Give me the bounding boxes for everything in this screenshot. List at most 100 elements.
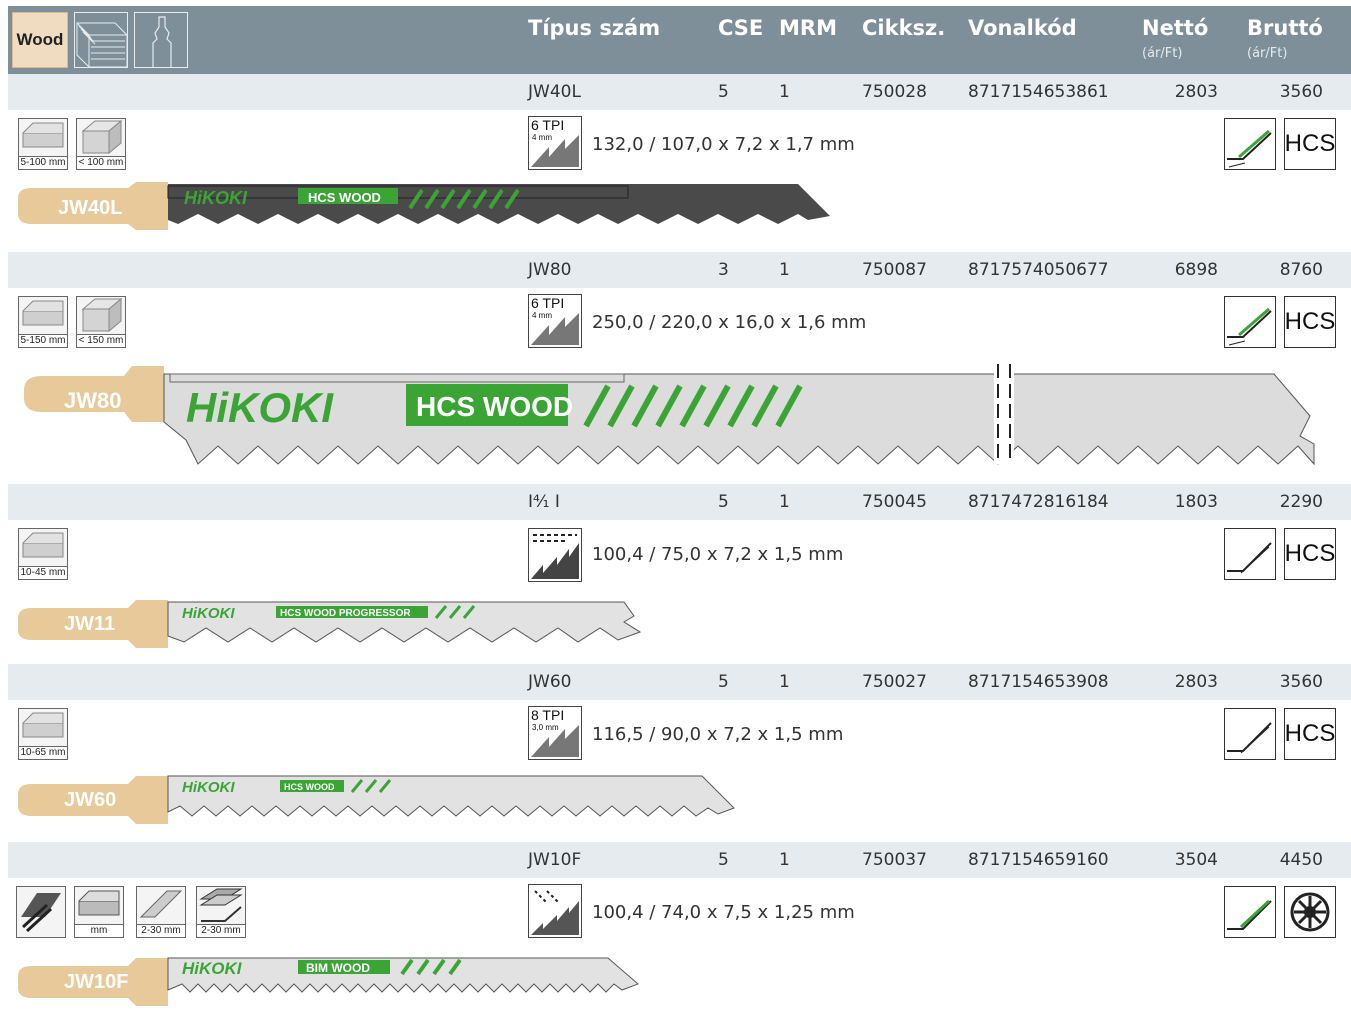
- cell-gross: 3560: [1279, 82, 1323, 102]
- cell-barcode: 8717154653861: [968, 82, 1109, 102]
- table-header: Wood Típus szám CSE MRM Cikksz. Vonalkód…: [8, 6, 1351, 74]
- tpi-icon: 6 TPI 4 mm: [528, 294, 582, 348]
- svg-text:JW60: JW60: [64, 789, 116, 811]
- svg-text:HiKOKI: HiKOKI: [182, 779, 235, 796]
- col-net: Nettó: [1142, 16, 1209, 40]
- cell-type: JW10F: [528, 850, 582, 870]
- col-cse: CSE: [718, 16, 764, 40]
- cell-cse: 5: [718, 82, 729, 102]
- cell-type: JW60: [528, 672, 572, 692]
- cell-type: JW40L: [528, 82, 581, 102]
- saw-blade-image: JW40L HiKOKI HCS WOOD: [18, 182, 830, 230]
- cell-gross: 8760: [1279, 260, 1323, 280]
- svg-text:HiKOKI: HiKOKI: [182, 605, 235, 622]
- cell-barcode: 8717154659160: [968, 850, 1109, 870]
- blade-dimensions: 100,4 / 74,0 x 7,5 x 1,25 mm: [592, 902, 855, 923]
- cell-article: 750028: [862, 82, 927, 102]
- straight-cut-icon: [1224, 528, 1276, 580]
- beam-thickness-icon: < 100 mm: [76, 118, 126, 170]
- svg-text:JW11: JW11: [64, 613, 115, 635]
- cell-mrm: 1: [779, 260, 790, 280]
- tpi-icon: 6 TPI 4 mm: [528, 116, 582, 170]
- product-detail: 10-45 mm 100,4 / 75,0 x 7,2 x 1,5 mm HCS…: [8, 520, 1351, 664]
- curved-cut-icon: [1224, 886, 1276, 938]
- cell-net: 2803: [1174, 672, 1218, 692]
- jigsaw-blade-shank-icon: [134, 12, 188, 68]
- cell-article: 750027: [862, 672, 927, 692]
- material-badge: HCS: [1284, 118, 1336, 170]
- col-net-unit: (ár/Ft): [1142, 46, 1183, 61]
- cell-type: I⁴⁄₁ I: [528, 492, 560, 512]
- saw-blade-image: JW60 HiKOKI HCS WOOD: [18, 775, 735, 824]
- col-article: Cikksz.: [862, 16, 946, 40]
- progressive-tooth-icon: [528, 528, 582, 582]
- material-badge: HCS: [1284, 296, 1336, 348]
- cell-mrm: 1: [779, 850, 790, 870]
- svg-text:JW80: JW80: [64, 388, 121, 413]
- cell-cse: 5: [718, 492, 729, 512]
- saw-blade-image: JW11 HiKOKI HCS WOOD PROGRESSOR: [18, 600, 642, 648]
- blade-dimensions: 132,0 / 107,0 x 7,2 x 1,7 mm: [592, 134, 855, 155]
- table-row: I⁴⁄₁ I 5 1 750045 8717472816184 1803 229…: [8, 484, 1351, 520]
- svg-text:HCS WOOD PROGRESSOR: HCS WOOD PROGRESSOR: [280, 608, 411, 619]
- plank-thickness-icon: mm: [74, 886, 124, 938]
- col-type: Típus szám: [528, 16, 661, 40]
- svg-text:JW10F: JW10F: [64, 971, 128, 993]
- saw-blade-image: JW80 HiKOKI HCS WOOD: [24, 364, 1315, 466]
- plank-thickness-icon: 10-45 mm: [18, 528, 68, 580]
- cell-net: 2803: [1174, 82, 1218, 102]
- progressive-tooth-icon: [528, 884, 582, 938]
- blade-dimensions: 116,5 / 90,0 x 7,2 x 1,5 mm: [592, 724, 844, 745]
- col-gross-unit: (ár/Ft): [1247, 46, 1288, 61]
- svg-text:JW40L: JW40L: [58, 197, 122, 219]
- cell-net: 3504: [1174, 850, 1218, 870]
- col-gross: Bruttó: [1247, 16, 1323, 40]
- plywood-icon: 2-30 mm: [196, 886, 246, 938]
- table-row: JW60 5 1 750027 8717154653908 2803 3560: [8, 664, 1351, 700]
- cell-net: 1803: [1174, 492, 1218, 512]
- table-row: JW80 3 1 750087 8717574050677 6898 8760: [8, 252, 1351, 288]
- svg-text:HiKOKI: HiKOKI: [186, 384, 334, 431]
- svg-text:HiKOKI: HiKOKI: [184, 188, 248, 208]
- bimetal-material-icon: [1284, 886, 1336, 938]
- blade-dimensions: 250,0 / 220,0 x 16,0 x 1,6 mm: [592, 312, 867, 333]
- saw-blade-image: JW10F HiKOKI BIM WOOD: [18, 957, 639, 1006]
- cell-cse: 5: [718, 850, 729, 870]
- cell-barcode: 8717154653908: [968, 672, 1109, 692]
- svg-text:HCS WOOD: HCS WOOD: [308, 190, 381, 205]
- product-detail: mm 2-30 mm 2-30 mm 100,4 / 74,0 x 7,5 x …: [8, 878, 1351, 1016]
- plank-thickness-icon: 10-65 mm: [18, 708, 68, 760]
- laminate-icon: [16, 886, 66, 938]
- svg-text:HCS WOOD: HCS WOOD: [284, 782, 335, 792]
- panel-thickness-icon: 2-30 mm: [136, 886, 186, 938]
- cell-barcode: 8717472816184: [968, 492, 1109, 512]
- svg-text:HCS WOOD: HCS WOOD: [416, 391, 573, 422]
- cell-article: 750045: [862, 492, 927, 512]
- cell-net: 6898: [1174, 260, 1218, 280]
- cell-article: 750087: [862, 260, 927, 280]
- tpi-icon: 8 TPI 3,0 mm: [528, 706, 582, 760]
- material-badge: HCS: [1284, 708, 1336, 760]
- table-row: JW10F 5 1 750037 8717154659160 3504 4450: [8, 842, 1351, 878]
- cell-cse: 5: [718, 672, 729, 692]
- beam-thickness-icon: < 150 mm: [76, 296, 126, 348]
- plank-thickness-icon: 5-100 mm: [18, 118, 68, 170]
- wood-grain-icon: [74, 12, 128, 68]
- cell-gross: 3560: [1279, 672, 1323, 692]
- blade-dimensions: 100,4 / 75,0 x 7,2 x 1,5 mm: [592, 544, 844, 565]
- product-detail: 5-100 mm < 100 mm 6 TPI 4 mm 132,0 / 107…: [8, 110, 1351, 252]
- product-detail: 5-150 mm < 150 mm 6 TPI 4 mm 250,0 / 220…: [8, 288, 1351, 484]
- curved-cut-icon: [1224, 118, 1276, 170]
- cell-mrm: 1: [779, 82, 790, 102]
- category-badge: Wood: [12, 12, 68, 68]
- cell-cse: 3: [718, 260, 729, 280]
- table-row: JW40L 5 1 750028 8717154653861 2803 3560: [8, 74, 1351, 110]
- curved-cut-icon: [1224, 296, 1276, 348]
- cell-mrm: 1: [779, 672, 790, 692]
- svg-text:HiKOKI: HiKOKI: [182, 959, 243, 978]
- cell-gross: 2290: [1279, 492, 1323, 512]
- col-barcode: Vonalkód: [968, 16, 1077, 40]
- cell-mrm: 1: [779, 492, 790, 512]
- plank-thickness-icon: 5-150 mm: [18, 296, 68, 348]
- col-mrm: MRM: [779, 16, 837, 40]
